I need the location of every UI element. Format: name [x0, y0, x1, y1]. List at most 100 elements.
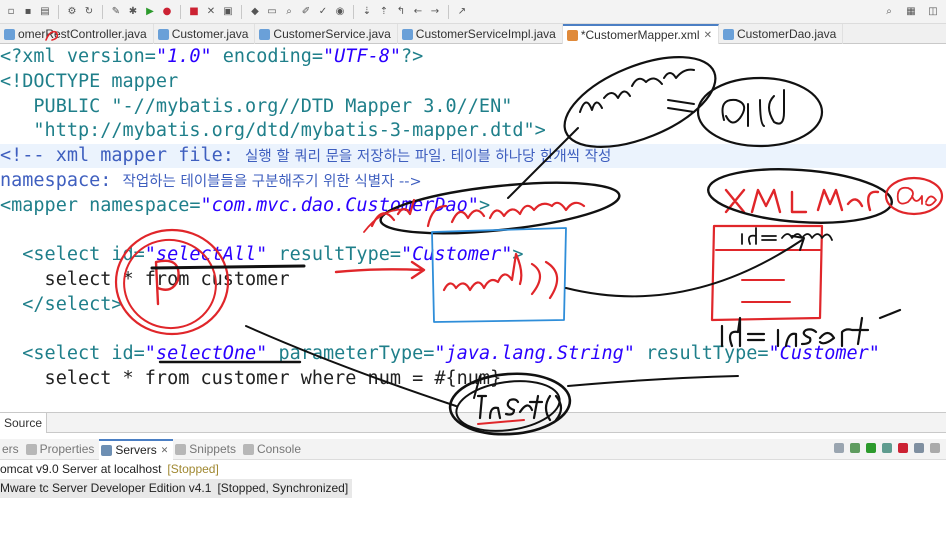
- mapper-tag-end: >: [478, 195, 491, 216]
- toolbar-separator: [353, 4, 354, 19]
- xml-encoding-attr: encoding=: [211, 46, 324, 67]
- next-annotation-icon[interactable]: ⇣: [360, 5, 374, 19]
- code-line-5: <!-- xml mapper file: 실행 할 쿼리 문을 저장하는 파일…: [0, 144, 946, 168]
- tab-customer-java[interactable]: Customer.java: [154, 24, 256, 44]
- namespace-value: "com.mvc.dao.CustomerDao": [200, 195, 479, 216]
- tab-snippets[interactable]: Snippets: [173, 442, 241, 456]
- close-icon[interactable]: ✕: [704, 30, 712, 41]
- code-line-4: "http://mybatis.org/dtd/mybatis-3-mapper…: [0, 119, 545, 143]
- code-line-7: <mapper namespace="com.mvc.dao.CustomerD…: [0, 194, 490, 218]
- settings-icon[interactable]: ⚙: [65, 5, 79, 19]
- server-status: [Stopped, Synchronized]: [217, 481, 349, 495]
- folder-icon[interactable]: ▭: [265, 5, 279, 19]
- toolbar-right: ⌕ ▦ ◫: [882, 5, 940, 19]
- tab-label: ers: [2, 442, 19, 456]
- collapse-icon[interactable]: [834, 443, 844, 453]
- result-type-attr: resultType=: [634, 343, 769, 364]
- back-icon[interactable]: ←: [411, 5, 425, 19]
- source-tab[interactable]: Source: [0, 413, 48, 433]
- disconnect-icon[interactable]: ✕: [204, 5, 218, 19]
- console-icon: [242, 443, 254, 455]
- select-close-tag: </select>: [0, 294, 123, 315]
- publish-icon[interactable]: [914, 443, 924, 453]
- sql-select-one: select * from customer where num = #{num…: [0, 368, 502, 389]
- xml-encoding-value: "UTF-8": [323, 46, 401, 67]
- prev-annotation-icon[interactable]: ⇡: [377, 5, 391, 19]
- servers-icon: [101, 444, 113, 456]
- java-file-icon: [259, 28, 271, 40]
- toolbar-separator: [180, 4, 181, 19]
- properties-icon: [25, 443, 37, 455]
- profile-server-icon[interactable]: [882, 443, 892, 453]
- last-edit-icon[interactable]: ↰: [394, 5, 408, 19]
- server-row-tomcat[interactable]: omcat v9.0 Server at localhost [Stopped]: [0, 460, 946, 479]
- java-file-icon: [722, 28, 734, 40]
- code-line-13: <select id="selectOne" parameterType="ja…: [0, 342, 880, 366]
- tab-console[interactable]: Console: [241, 442, 306, 456]
- debug-server-icon[interactable]: [850, 443, 860, 453]
- xml-editor[interactable]: <?xml version="1.0" encoding="UTF-8"?> <…: [0, 45, 946, 412]
- run-config-icon[interactable]: ●: [160, 5, 174, 19]
- comment-namespace-korean: 작업하는 테이블들을 구분해주기 위한 식별자 -->: [122, 174, 422, 190]
- parameter-type-value: "java.lang.String": [434, 343, 635, 364]
- select-tag: <select id=: [0, 343, 145, 364]
- code-line-9: <select id="selectAll" resultType="Custo…: [0, 243, 524, 267]
- tab-customer-rest-controller[interactable]: omerRestController.java: [0, 24, 154, 44]
- server-name: omcat v9.0 Server at localhost: [0, 462, 162, 476]
- server-icon[interactable]: ▣: [221, 5, 235, 19]
- run-icon[interactable]: ▶: [143, 5, 157, 19]
- new-file-icon[interactable]: ▫: [4, 5, 18, 19]
- tab-properties[interactable]: Properties: [24, 442, 100, 456]
- code-line-1: <?xml version="1.0" encoding="UTF-8"?>: [0, 45, 423, 69]
- toolbar-separator: [102, 4, 103, 19]
- search-icon[interactable]: ⌕: [282, 5, 296, 19]
- tab-customer-dao[interactable]: CustomerDao.java: [719, 24, 844, 44]
- tab-markers[interactable]: ers: [0, 442, 24, 456]
- tab-customer-mapper-xml[interactable]: *CustomerMapper.xml ✕: [562, 24, 719, 44]
- external-icon[interactable]: ↗: [455, 5, 469, 19]
- task-icon[interactable]: ✓: [316, 5, 330, 19]
- sql-select-all: select * from customer: [0, 269, 290, 290]
- tab-customer-service-impl[interactable]: CustomerServiceImpl.java: [398, 24, 563, 44]
- start-server-icon[interactable]: [866, 443, 876, 453]
- print-icon[interactable]: ▤: [38, 5, 52, 19]
- tab-customer-service[interactable]: CustomerService.java: [255, 24, 398, 44]
- code-line-2: <!DOCTYPE mapper: [0, 70, 178, 94]
- stop-icon[interactable]: ■: [187, 5, 201, 19]
- comment-namespace: namespace:: [0, 170, 123, 191]
- stop-server-icon[interactable]: [898, 443, 908, 453]
- result-type-value: "Customer": [400, 244, 513, 265]
- open-type-icon[interactable]: ◆: [248, 5, 262, 19]
- tab-label: omerRestController.java: [18, 27, 147, 41]
- view-menu-icon[interactable]: [930, 443, 940, 453]
- refresh-icon[interactable]: ↻: [82, 5, 96, 19]
- close-icon[interactable]: ✕: [161, 445, 169, 456]
- select-id-value: "selectAll": [144, 244, 268, 265]
- code-line-14: select * from customer where num = #{num…: [0, 367, 502, 391]
- forward-icon[interactable]: →: [428, 5, 442, 19]
- server-row-tc-server[interactable]: Mware tc Server Developer Edition v4.1 [S…: [0, 479, 352, 498]
- toolbar-separator: [448, 4, 449, 19]
- xml-decl-end: ?>: [401, 46, 424, 67]
- perspective-search-icon[interactable]: ⌕: [882, 5, 896, 19]
- pen-icon[interactable]: ✐: [299, 5, 313, 19]
- save-icon[interactable]: ▪: [21, 5, 35, 19]
- select-tag-end: >: [512, 244, 524, 265]
- parameter-type-attr: parameterType=: [267, 343, 435, 364]
- server-name: Mware tc Server Developer Edition v4.1: [0, 481, 212, 495]
- pin-icon[interactable]: ◉: [333, 5, 347, 19]
- debug-icon[interactable]: ✱: [126, 5, 140, 19]
- main-toolbar: ▫ ▪ ▤ ⚙ ↻ ✎ ✱ ▶ ● ■ ✕ ▣ ◆ ▭ ⌕ ✐ ✓ ◉ ⇣ ⇡ …: [0, 0, 946, 24]
- editor-tab-bar: omerRestController.java Customer.java Cu…: [0, 24, 946, 44]
- toolbar-separator: [58, 4, 59, 19]
- servers-list: omcat v9.0 Server at localhost [Stopped] …: [0, 460, 946, 535]
- bottom-view-tabs: ers Properties Servers ✕ Snippets Console: [0, 438, 946, 460]
- select-tag: <select id=: [0, 244, 145, 265]
- open-perspective-icon[interactable]: ▦: [904, 5, 918, 19]
- java-ee-perspective-icon[interactable]: ◫: [926, 5, 940, 19]
- tab-label: Properties: [39, 442, 95, 456]
- tab-servers[interactable]: Servers ✕: [99, 438, 174, 460]
- wrench-icon[interactable]: ✎: [109, 5, 123, 19]
- doctype: <!DOCTYPE mapper: [0, 71, 179, 92]
- code-line-11: </select>: [0, 293, 123, 317]
